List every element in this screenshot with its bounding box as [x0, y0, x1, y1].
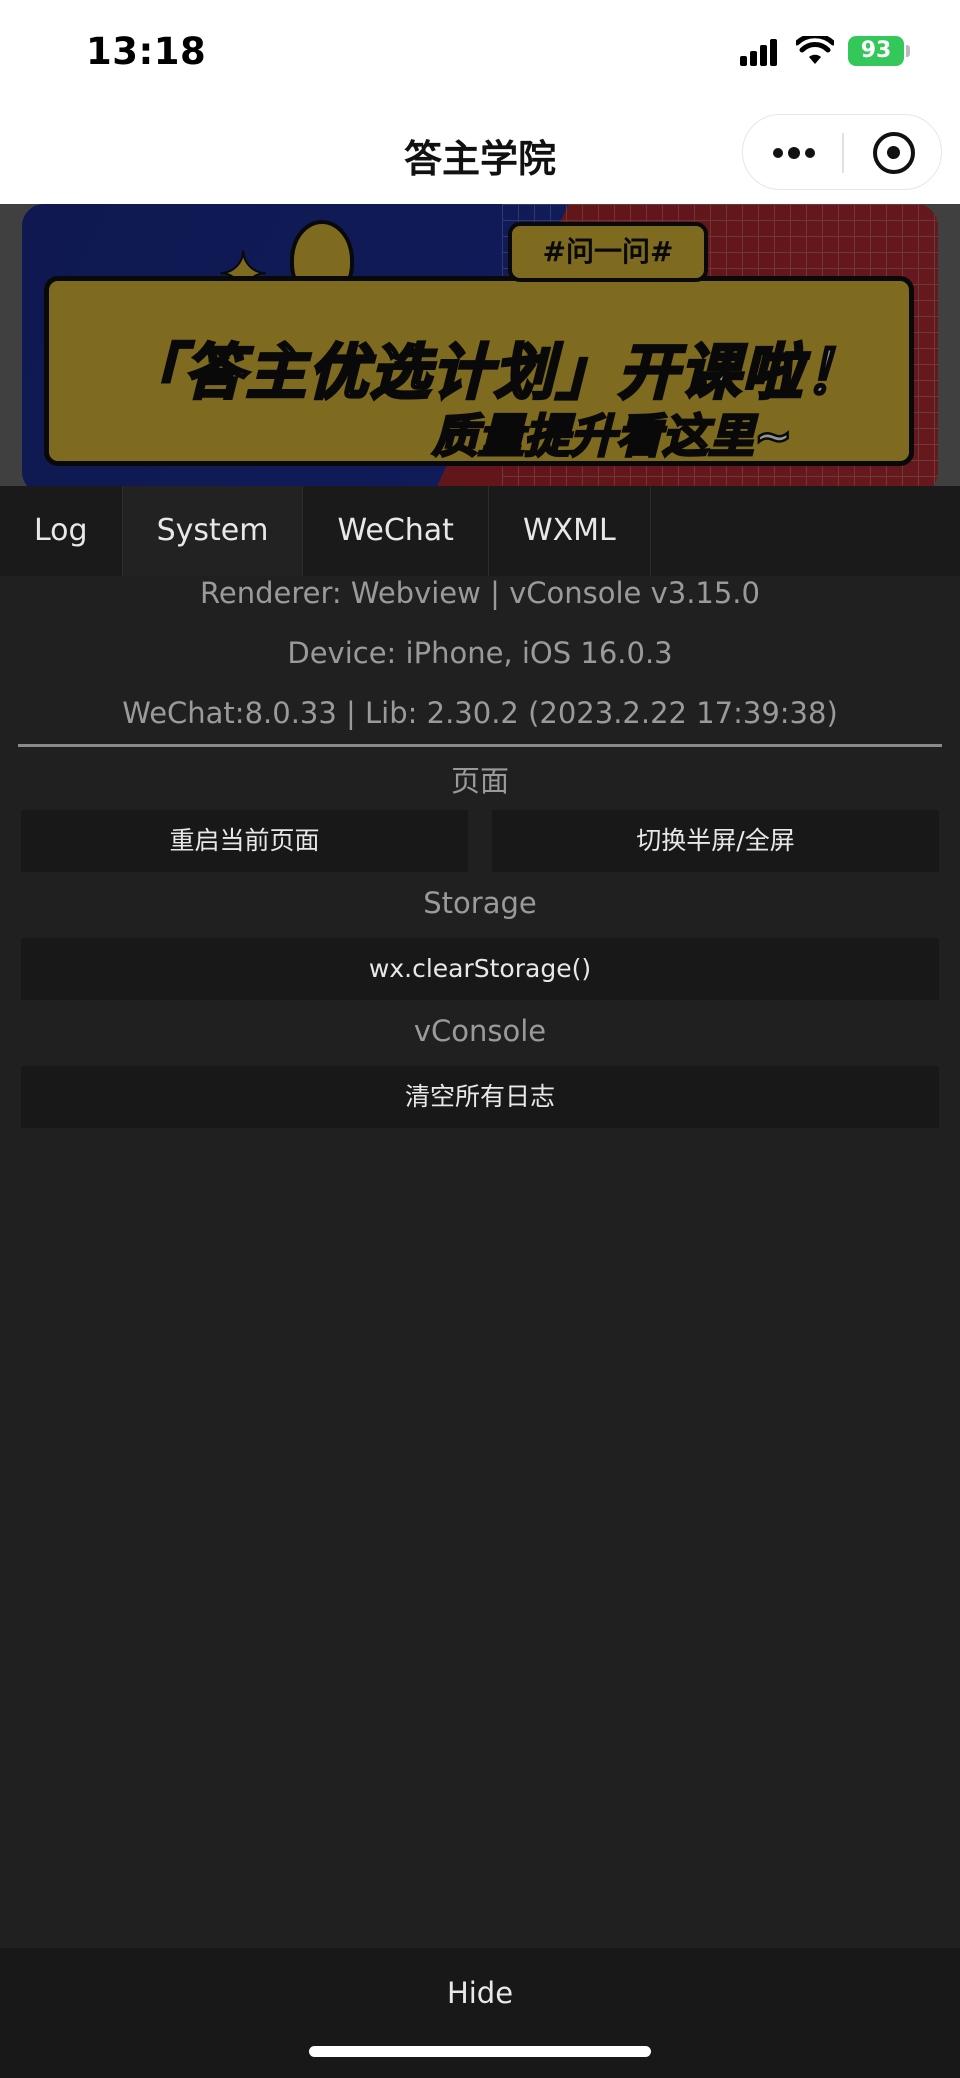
section-title-storage: Storage	[423, 886, 537, 920]
battery-nub	[906, 45, 910, 57]
device-info: Device: iPhone, iOS 16.0.3	[287, 636, 673, 670]
tab-wxml[interactable]: WXML	[489, 486, 651, 576]
tab-wechat[interactable]: WeChat	[303, 486, 489, 576]
banner-area: ✦ #问一问# 「答主优选计划」开课啦！ 质量提升看这里~	[0, 204, 960, 486]
vconsole-tabs: Log System WeChat WXML	[0, 486, 960, 576]
tab-system[interactable]: System	[122, 486, 304, 576]
renderer-info: Renderer: Webview | vConsole v3.15.0	[200, 576, 760, 610]
nav-bar: 答主学院	[0, 106, 960, 204]
more-icon[interactable]	[773, 143, 819, 163]
wechat-info: WeChat:8.0.33 | Lib: 2.30.2 (2023.2.22 1…	[122, 696, 838, 730]
divider	[18, 744, 942, 747]
battery-icon: 93	[848, 36, 904, 66]
home-indicator[interactable]	[309, 2046, 651, 2057]
status-time: 13:18	[86, 30, 207, 73]
clear-storage-button[interactable]: wx.clearStorage()	[21, 938, 939, 1000]
mini-program-capsule	[742, 114, 942, 190]
toggle-fullscreen-button[interactable]: 切换半屏/全屏	[492, 810, 939, 872]
clear-logs-button[interactable]: 清空所有日志	[21, 1066, 939, 1128]
hide-button[interactable]: Hide	[0, 1976, 960, 2010]
signal-icon	[740, 38, 780, 66]
section-title-vconsole: vConsole	[413, 1014, 547, 1048]
battery-level: 93	[860, 38, 892, 63]
status-bar: 13:18 93	[0, 0, 960, 106]
tab-log[interactable]: Log	[0, 486, 123, 576]
section-title-page: 页面	[450, 764, 509, 798]
vconsole-mask	[0, 204, 960, 486]
capsule-divider	[842, 133, 844, 173]
wifi-icon	[796, 36, 834, 64]
close-target-icon[interactable]	[873, 132, 915, 174]
restart-page-button[interactable]: 重启当前页面	[21, 810, 468, 872]
hide-bar: Hide	[0, 1948, 960, 2078]
